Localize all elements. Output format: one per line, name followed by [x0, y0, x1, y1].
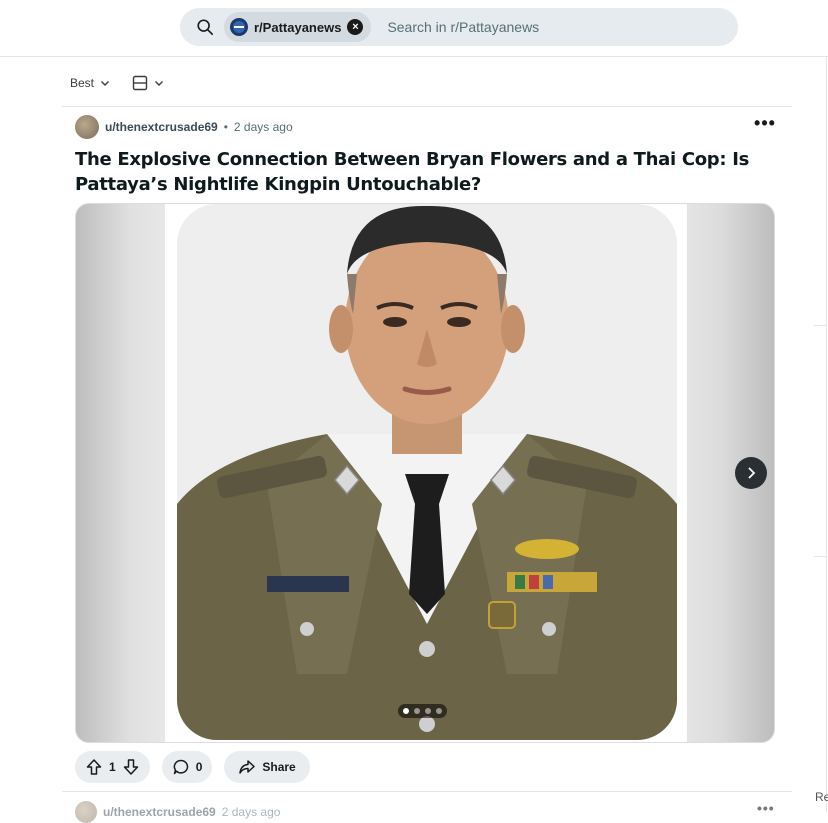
share-icon	[239, 760, 256, 774]
user-avatar[interactable]	[75, 115, 99, 139]
chevron-down-icon	[101, 81, 110, 86]
post-timestamp: 2 days ago	[221, 805, 281, 819]
user-avatar[interactable]	[75, 801, 97, 823]
share-label: Share	[262, 760, 296, 774]
carousel-dot[interactable]	[414, 708, 420, 714]
share-button[interactable]: Share	[224, 751, 310, 783]
post-media-carousel[interactable]	[75, 203, 775, 743]
community-avatar-icon	[230, 18, 248, 36]
sidebar-divider	[814, 556, 826, 557]
post-meta: u/thenextcrusade69 • 2 days ago	[75, 115, 293, 139]
carousel-pagination	[398, 704, 447, 718]
comment-count: 0	[195, 760, 203, 774]
divider	[62, 791, 792, 792]
upvote-icon[interactable]	[85, 758, 103, 776]
chip-close-icon[interactable]: ×	[347, 19, 364, 35]
chevron-right-icon	[748, 467, 756, 479]
post-timestamp: 2 days ago	[233, 120, 293, 134]
downvote-icon[interactable]	[122, 758, 140, 776]
media-blur-left	[76, 204, 166, 742]
more-options-button[interactable]: •••	[757, 800, 775, 816]
layout-view-icon	[132, 75, 148, 91]
post-title[interactable]: The Explosive Connection Between Bryan F…	[75, 147, 775, 197]
sidebar-divider	[826, 56, 827, 812]
next-post-meta: u/thenextcrusade69 2 days ago	[75, 801, 280, 823]
sort-bar: Best	[70, 70, 164, 96]
community-chip-label: r/Pattayanews	[254, 19, 342, 35]
post-actions: 1 0 Share	[75, 751, 310, 783]
comment-icon	[173, 759, 188, 775]
vote-pill: 1	[75, 751, 150, 783]
sidebar-cutoff-text: Re	[815, 790, 828, 804]
vote-count: 1	[109, 760, 116, 774]
search-bar[interactable]: r/Pattayanews ×	[180, 8, 738, 46]
carousel-dot[interactable]	[403, 708, 409, 714]
divider	[62, 106, 792, 107]
post-author-link[interactable]: u/thenextcrusade69	[103, 805, 216, 819]
sort-dropdown[interactable]: Best	[70, 76, 110, 90]
more-options-button[interactable]: •••	[752, 114, 778, 136]
carousel-dot[interactable]	[436, 708, 442, 714]
carousel-next-button[interactable]	[735, 457, 767, 489]
search-input[interactable]	[385, 18, 690, 36]
meta-separator: •	[223, 120, 228, 134]
sort-label: Best	[70, 76, 95, 90]
chevron-down-icon	[155, 81, 164, 86]
sidebar-divider	[814, 325, 826, 326]
search-icon[interactable]	[196, 18, 214, 36]
top-bar: r/Pattayanews ×	[0, 0, 828, 57]
post-image[interactable]	[165, 204, 687, 742]
carousel-dot[interactable]	[425, 708, 431, 714]
community-filter-chip[interactable]: r/Pattayanews ×	[224, 12, 372, 42]
officer-portrait-illustration	[177, 204, 677, 740]
officer-portrait-image	[177, 204, 677, 740]
post-author-link[interactable]: u/thenextcrusade69	[105, 120, 218, 134]
view-toggle-button[interactable]	[132, 75, 164, 91]
comments-button[interactable]: 0	[161, 751, 213, 783]
